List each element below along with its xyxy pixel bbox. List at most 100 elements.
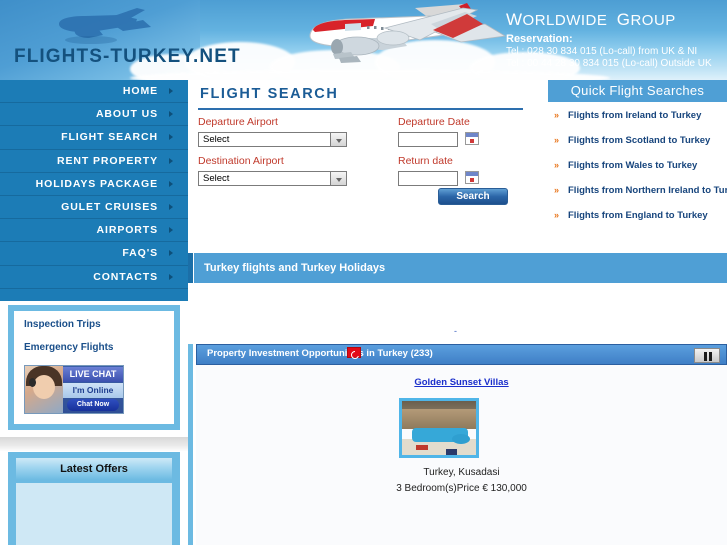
emergency-flights-link[interactable]: Emergency Flights (24, 342, 164, 353)
brand-name: WORLDWIDE GROUP (506, 10, 721, 30)
navigation-footer-strip (0, 289, 188, 301)
sidebar-links-inner: Inspection Trips Emergency Flights LIVE … (14, 311, 174, 424)
reservation-label: Reservation: (506, 33, 573, 45)
sidebar-item-about-us[interactable]: ABOUT US (0, 103, 188, 127)
return-date-input[interactable] (398, 171, 458, 186)
quick-search-link-scotland[interactable]: » Flights from Scotland to Turkey (554, 135, 710, 146)
quick-flight-searches-panel: Quick Flight Searches » Flights from Ire… (548, 80, 727, 230)
nav-label: FLIGHT SEARCH (61, 131, 158, 144)
sidebar-divider (0, 437, 188, 451)
chevron-right-icon (169, 180, 173, 187)
return-date-label: Return date (398, 155, 453, 167)
brand-worldwide-text: ORLDWIDE (522, 12, 608, 29)
latest-offers-panel: Latest Offers (8, 452, 180, 545)
chevron-right-icon (169, 227, 173, 234)
turkish-flag-icon (347, 347, 361, 359)
chevron-right-icon (169, 273, 173, 280)
title-divider (198, 108, 523, 110)
double-chevron-icon: » (554, 160, 560, 170)
inspection-trips-link[interactable]: Inspection Trips (24, 319, 164, 330)
nav-label: HOLIDAYS PACKAGE (35, 177, 158, 190)
chevron-right-icon (169, 111, 173, 118)
pause-button[interactable] (694, 347, 720, 363)
chevron-right-icon (169, 204, 173, 211)
search-button[interactable]: Search (438, 188, 508, 205)
quick-search-label: Flights from Wales to Turkey (568, 160, 698, 171)
site-logo-text[interactable]: FLIGHTS-TURKEY.NET (14, 46, 241, 68)
pause-bar (709, 351, 712, 361)
quick-search-link-northern-ireland[interactable]: » Flights from Northern Ireland to Turke… (554, 185, 727, 196)
departure-airport-value: Select (203, 134, 230, 145)
brand-group-text: ROUP (630, 12, 676, 29)
nav-label: GULET CRUISES (61, 200, 158, 213)
property-image-sunlounger (446, 449, 457, 455)
agent-face (33, 375, 55, 399)
page-root: FLIGHTS-TURKEY.NET WORLDWIDE GROUP Reser… (0, 0, 727, 545)
property-panel-body: Golden Sunset Villas Turkey, Kusadasi 3 … (196, 365, 727, 545)
quick-search-label: Flights from Ireland to Turkey (568, 110, 702, 121)
chevron-right-icon (169, 250, 173, 257)
live-chat-status: I'm Online (63, 383, 123, 398)
brand-w-letter: W (506, 10, 523, 29)
chevron-down-icon[interactable] (330, 132, 347, 147)
chevron-right-icon (169, 88, 173, 95)
nav-label: ABOUT US (95, 108, 158, 121)
property-image-building (402, 409, 476, 429)
nav-label: HOME (122, 85, 158, 97)
quick-search-link-england[interactable]: » Flights from England to Turkey (554, 210, 708, 221)
calendar-icon[interactable] (465, 171, 479, 184)
destination-airport-value: Select (203, 173, 230, 184)
chevron-down-icon[interactable] (330, 171, 347, 186)
mini-dash-marker: - (454, 326, 457, 336)
property-panel-header: Property Investment Opportunities in Tur… (196, 344, 727, 365)
double-chevron-icon: » (554, 210, 560, 220)
nav-label: CONTACTS (93, 270, 158, 283)
chat-now-button[interactable]: Chat Now (67, 399, 119, 411)
departure-date-input[interactable] (398, 132, 458, 147)
quick-search-label: Flights from Scotland to Turkey (568, 135, 711, 146)
headset-icon (29, 378, 36, 387)
section-bar-title: Turkey flights and Turkey Holidays (194, 253, 727, 283)
property-location: Turkey, Kusadasi (423, 467, 500, 478)
property-name-link[interactable]: Golden Sunset Villas (196, 377, 727, 388)
quick-search-link-ireland[interactable]: » Flights from Ireland to Turkey (554, 110, 701, 121)
sidebar-item-rent-property[interactable]: RENT PROPERTY (0, 150, 188, 173)
telephone-outside-uk: Tel : 00 44 28 30 834 015 (Lo-call) Outs… (506, 58, 712, 69)
main-navigation: HOME ABOUT US FLIGHT SEARCH RENT PROPERT… (0, 80, 188, 289)
logo-airplane-icon (59, 8, 151, 44)
page-title: FLIGHT SEARCH (200, 86, 339, 102)
sidebar-item-home[interactable]: HOME (0, 80, 188, 104)
section-bar-accent (188, 253, 193, 283)
telephone-uk-ni: Tel : 028 30 834 015 (Lo-call) from UK &… (506, 46, 698, 57)
brand-g-letter: G (616, 10, 631, 29)
departure-date-label: Departure Date (398, 116, 470, 128)
sidebar-item-flight-search[interactable]: FLIGHT SEARCH (0, 126, 188, 150)
quick-search-label: Flights from England to Turkey (568, 210, 708, 221)
destination-airport-label: Destination Airport (198, 155, 284, 167)
sidebar-item-faqs[interactable]: FAQ'S (0, 242, 188, 266)
quick-search-link-wales[interactable]: » Flights from Wales to Turkey (554, 160, 697, 171)
sidebar-item-airports[interactable]: AIRPORTS (0, 219, 188, 243)
latest-offers-title: Latest Offers (16, 458, 172, 480)
pause-bar (704, 351, 707, 361)
quick-search-label: Flights from Northern Ireland to Turkey (568, 185, 727, 196)
sidebar-item-gulet-cruises[interactable]: GULET CRUISES (0, 196, 188, 220)
chevron-right-icon (169, 134, 173, 141)
live-chat-widget[interactable]: LIVE CHAT I'm Online Chat Now (24, 365, 124, 414)
main-content: FLIGHT SEARCH Departure Airport Select D… (188, 80, 727, 545)
chevron-right-icon (169, 157, 173, 164)
property-panel-title: Property Investment Opportunities in Tur… (207, 348, 433, 359)
destination-airport-select[interactable]: Select (198, 171, 347, 186)
calendar-icon[interactable] (465, 132, 479, 145)
header-contact-block: WORLDWIDE GROUP Reservation: Tel : 028 3… (506, 10, 721, 69)
sidebar-item-contacts[interactable]: CONTACTS (0, 266, 188, 289)
double-chevron-icon: » (554, 110, 560, 120)
property-thumbnail[interactable] (399, 398, 479, 458)
sidebar-item-holidays-package[interactable]: HOLIDAYS PACKAGE (0, 173, 188, 196)
site-header: FLIGHTS-TURKEY.NET WORLDWIDE GROUP Reser… (0, 0, 727, 80)
chat-agent-photo (25, 366, 63, 413)
property-price: 3 Bedroom(s)Price € 130,000 (396, 483, 527, 494)
departure-airport-select[interactable]: Select (198, 132, 347, 147)
airplane-graphic (309, 3, 507, 63)
nav-label: AIRPORTS (96, 224, 158, 237)
